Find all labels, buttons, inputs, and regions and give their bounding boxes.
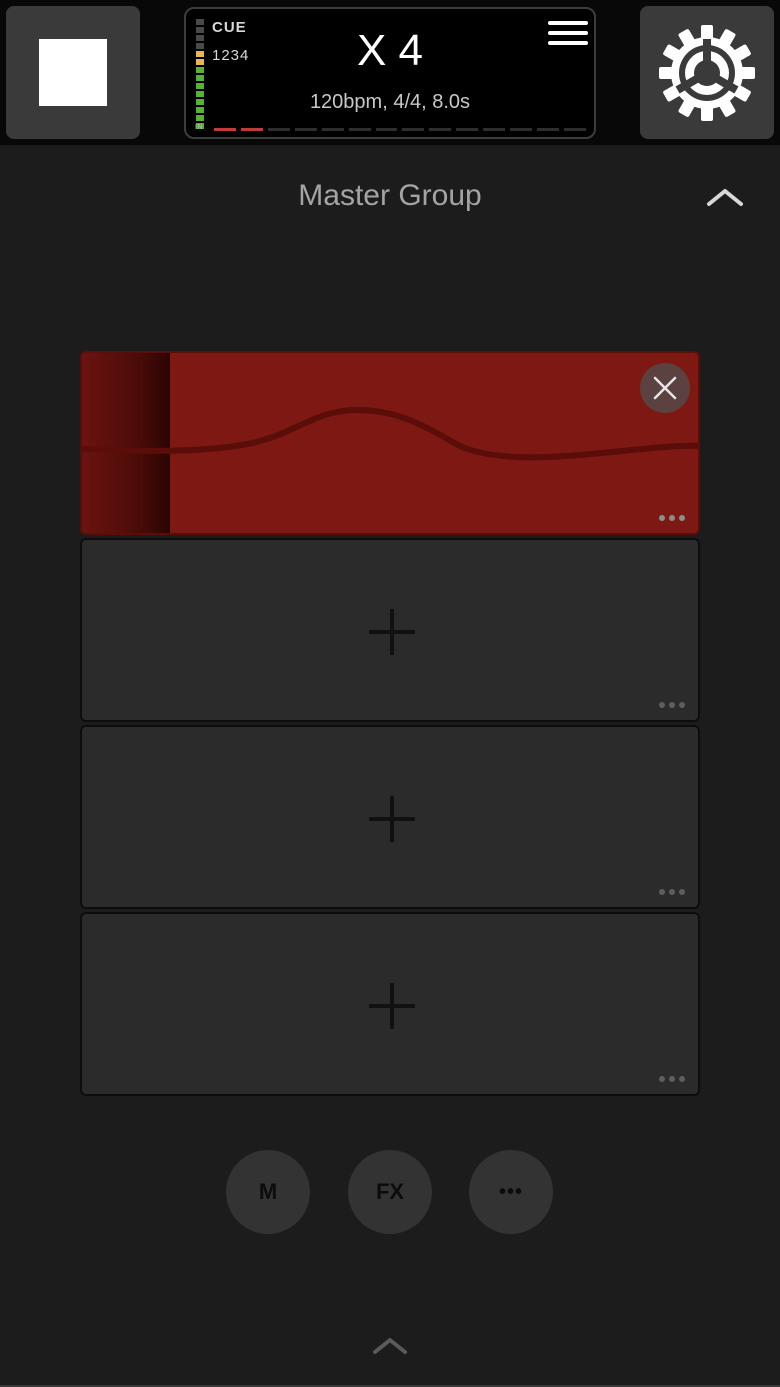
cue-label: CUE: [212, 19, 247, 36]
group-title: Master Group: [298, 179, 482, 212]
chevron-up-icon[interactable]: [372, 1336, 408, 1361]
mute-button[interactable]: M: [226, 1150, 310, 1234]
stop-button[interactable]: [6, 6, 140, 139]
plus-icon: [369, 983, 415, 1029]
close-track-button[interactable]: [640, 363, 690, 413]
loop-track-4[interactable]: [80, 912, 700, 1096]
status-display[interactable]: IN CUE 1234 X 4 120bpm, 4/4, 8.0s: [184, 7, 596, 139]
waveform: [82, 406, 698, 461]
more-dots-icon[interactable]: [659, 515, 685, 521]
loop-count: X 4: [356, 26, 424, 75]
input-label: IN: [195, 124, 203, 131]
loop-track-3[interactable]: [80, 725, 700, 909]
plus-icon: [369, 796, 415, 842]
more-button[interactable]: •••: [469, 1150, 553, 1234]
loop-progress-bar: [214, 128, 586, 131]
top-bar: IN CUE 1234 X 4 120bpm, 4/4, 8.0s: [0, 0, 780, 145]
tempo-info: 120bpm, 4/4, 8.0s: [309, 91, 471, 113]
loop-track-1[interactable]: [80, 351, 700, 535]
close-icon: [653, 376, 677, 400]
fx-button[interactable]: FX: [348, 1150, 432, 1234]
hamburger-menu-icon[interactable]: [548, 21, 588, 51]
input-level-meter: [196, 19, 204, 129]
track-numbers-label: 1234: [212, 47, 250, 64]
chevron-up-icon[interactable]: [706, 186, 744, 213]
more-dots-icon[interactable]: [659, 1076, 685, 1082]
stop-icon: [39, 39, 107, 106]
gear-icon: [659, 25, 755, 121]
loop-track-2[interactable]: [80, 538, 700, 722]
more-dots-icon[interactable]: [659, 702, 685, 708]
plus-icon: [369, 609, 415, 655]
settings-button[interactable]: [640, 6, 774, 139]
more-dots-icon[interactable]: [659, 889, 685, 895]
